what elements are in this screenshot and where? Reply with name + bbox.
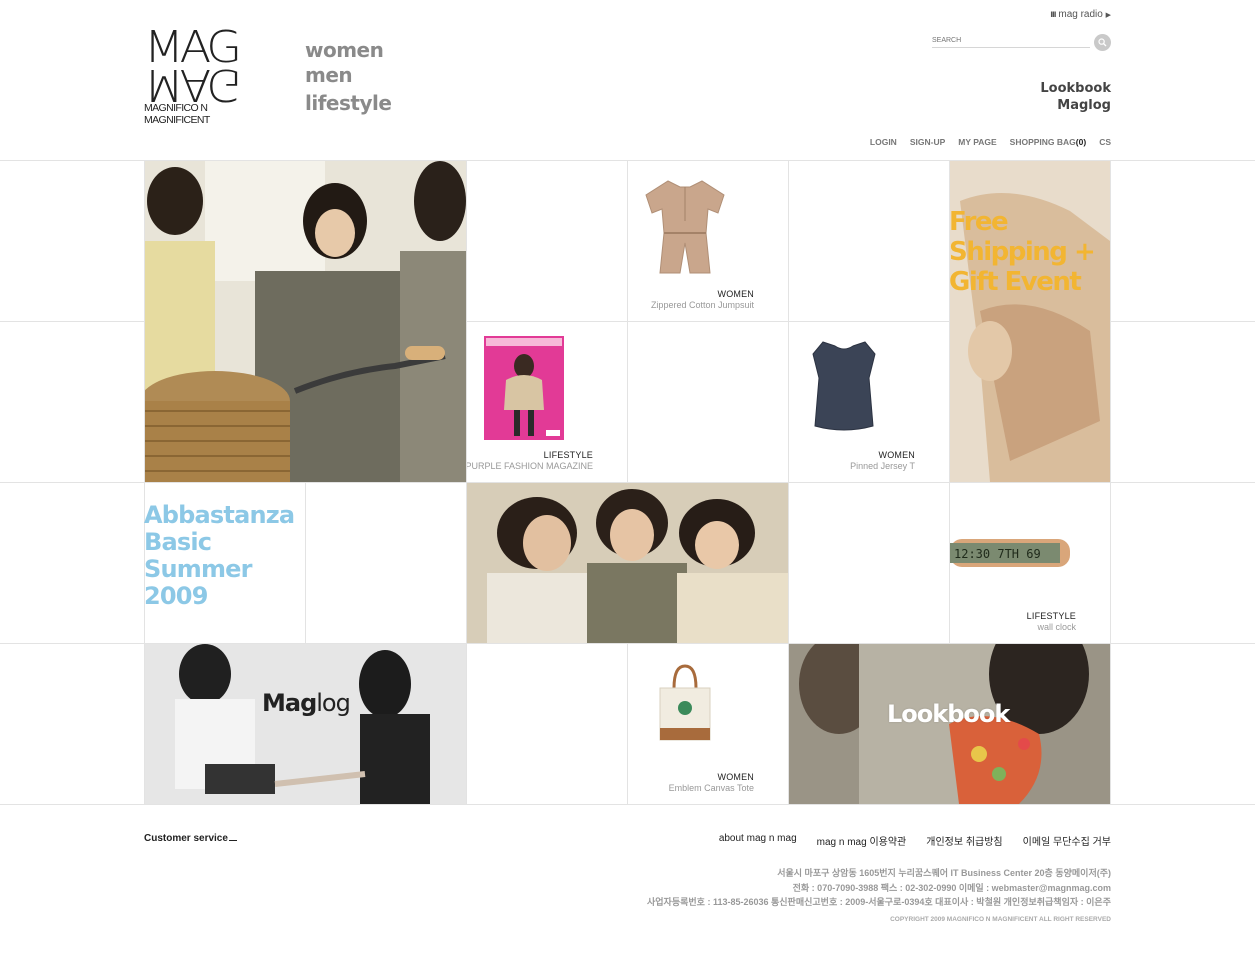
- product-cell-wall-clock[interactable]: 12:30 7TH 69 LIFESTYLE wall clock: [950, 483, 1110, 643]
- promo-summer-line: 2009: [144, 582, 208, 610]
- group-photo-illustration: [467, 483, 788, 643]
- logo-sub-line2: MAGNIFICENT: [144, 114, 210, 126]
- product-category: WOMEN: [717, 772, 754, 782]
- product-label: WOMEN Emblem Canvas Tote: [669, 772, 754, 794]
- mypage-link[interactable]: MY PAGE: [958, 137, 996, 147]
- mag-radio-label: mag radio: [1058, 9, 1103, 20]
- product-label: WOMEN Pinned Jersey T: [850, 450, 915, 472]
- signup-link[interactable]: SIGN-UP: [910, 137, 945, 147]
- customer-service-label: Customer service: [144, 833, 228, 844]
- lookbook-title: Lookbook: [887, 700, 1010, 728]
- copyright: COPYRIGHT 2009 MAGNIFICO N MAGNIFICENT A…: [890, 916, 1111, 923]
- product-cell-jersey[interactable]: WOMEN Pinned Jersey T: [789, 322, 949, 482]
- product-name: Emblem Canvas Tote: [668, 783, 754, 793]
- product-cell-jumpsuit[interactable]: WOMEN Zippered Cotton Jumpsuit: [628, 161, 788, 321]
- underline-decoration: [228, 840, 237, 841]
- footer-link-about[interactable]: about mag n mag: [719, 833, 797, 848]
- group-photo-women[interactable]: [467, 483, 788, 643]
- magazine-image: [484, 336, 564, 440]
- company-address: 서울시 마포구 상암동 1605번지 누리꿈스퀘어 IT Business Ce…: [777, 868, 1111, 878]
- product-category: LIFESTYLE: [1026, 611, 1076, 621]
- nav-lifestyle[interactable]: lifestyle: [305, 91, 392, 115]
- shopping-bag-link[interactable]: SHOPPING BAG(0): [1010, 137, 1087, 147]
- product-label: WOMEN Zippered Cotton Jumpsuit: [651, 289, 754, 311]
- jersey-image: [812, 341, 876, 431]
- play-arrow-icon: ▶: [1105, 12, 1111, 19]
- promo-summer-line: Abbastanza: [144, 501, 295, 529]
- shopping-bag-label: SHOPPING BAG: [1009, 137, 1076, 147]
- mag-radio-link[interactable]: ııı mag radio ▶: [1050, 9, 1111, 20]
- quick-links: Lookbook Maglog: [1040, 80, 1111, 114]
- grid-line: [466, 160, 467, 804]
- customer-service-title[interactable]: Customer service: [144, 833, 237, 844]
- product-category: WOMEN: [878, 450, 915, 460]
- quick-link-lookbook[interactable]: Lookbook: [1040, 80, 1111, 97]
- clock-display-text: 12:30 7TH 69: [954, 547, 1041, 561]
- promo-line: Free: [949, 207, 1009, 237]
- quick-link-maglog[interactable]: Maglog: [1040, 97, 1111, 114]
- search-input[interactable]: [932, 34, 1090, 48]
- search-icon: [1098, 38, 1107, 47]
- login-link[interactable]: LOGIN: [870, 137, 897, 147]
- maglog-title-light: log: [316, 689, 351, 717]
- product-category: WOMEN: [717, 289, 754, 299]
- nav-men[interactable]: men: [305, 63, 391, 91]
- promo-line: Shipping +: [949, 237, 1096, 267]
- grid-line: [1110, 160, 1111, 804]
- hero-illustration: [145, 161, 466, 482]
- footer-link-terms[interactable]: mag n mag 이용약관: [817, 833, 907, 848]
- company-registration: 사업자등록번호 : 113-85-26036 통신판매신고번호 : 2009-서…: [646, 897, 1111, 907]
- logo[interactable]: MAG MAG MAGNIFICO N MAGNIFICENT: [144, 26, 242, 130]
- jumpsuit-image: [645, 180, 725, 274]
- category-nav: women men lifestyle: [305, 38, 392, 115]
- product-name: wall clock: [1037, 622, 1076, 632]
- product-name: Pinned Jersey T: [850, 461, 915, 471]
- search-button[interactable]: [1094, 34, 1111, 51]
- maglog-title-bold: Mag: [262, 689, 317, 717]
- nav-women[interactable]: women: [305, 38, 391, 63]
- product-cell-tote[interactable]: WOMEN Emblem Canvas Tote: [628, 644, 788, 804]
- footer-link-privacy[interactable]: 개인정보 취급방침: [926, 833, 1002, 848]
- logo-mag-mirrored: MAG: [144, 59, 238, 110]
- promo-summer-collection[interactable]: Abbastanza Basic Summer 2009: [144, 501, 295, 610]
- cs-link[interactable]: CS: [1099, 137, 1111, 147]
- bars-icon: ııı: [1050, 9, 1056, 20]
- search-box: [932, 34, 1111, 52]
- product-cell-magazine[interactable]: LIFESTYLE PURPLE FASHION MAGAZINE: [467, 322, 627, 482]
- company-contact: 전화 : 070-7090-3988 팩스 : 02-302-0990 이메일 …: [792, 882, 1111, 893]
- product-category: LIFESTYLE: [543, 450, 593, 460]
- product-name: PURPLE FASHION MAGAZINE: [467, 461, 593, 471]
- promo-summer-line: Summer: [144, 555, 253, 583]
- utility-nav: LOGIN SIGN-UP MY PAGE SHOPPING BAG(0) CS: [870, 137, 1111, 147]
- company-info: 서울시 마포구 상암동 1605번지 누리꿈스퀘어 IT Business Ce…: [647, 866, 1111, 910]
- product-name: Zippered Cotton Jumpsuit: [650, 300, 754, 310]
- footer-link-email-policy[interactable]: 이메일 무단수집 거부: [1023, 833, 1111, 848]
- promo-line: Gift Event: [949, 267, 1082, 297]
- product-label: LIFESTYLE PURPLE FASHION MAGAZINE: [467, 450, 593, 472]
- footer-nav: about mag n mag mag n mag 이용약관 개인정보 취급방침…: [719, 833, 1111, 848]
- maglog-illustration: [145, 644, 466, 804]
- promo-shipping-text: Free Shipping + Gift Event: [949, 207, 1096, 297]
- promo-summer-line: Basic: [144, 528, 212, 556]
- wall-clock-image: 12:30 7TH 69: [950, 539, 1070, 567]
- grid-line: [0, 804, 1255, 805]
- shopping-bag-count: (0): [1075, 137, 1087, 147]
- maglog-banner[interactable]: [145, 644, 466, 804]
- product-label: LIFESTYLE wall clock: [1027, 611, 1076, 633]
- tote-image: [659, 664, 711, 741]
- hero-photo-bicycle[interactable]: [145, 161, 466, 482]
- maglog-title: Maglog: [262, 689, 351, 717]
